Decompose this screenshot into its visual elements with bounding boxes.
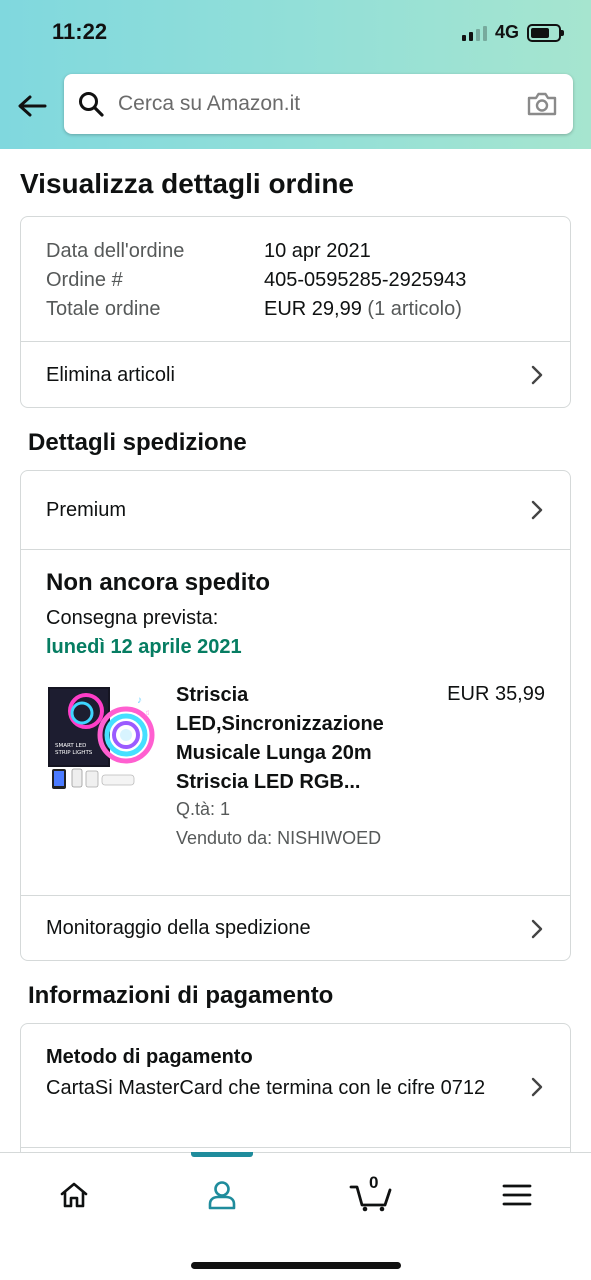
status-time: 11:22 (52, 19, 108, 44)
svg-text:♫: ♫ (144, 708, 150, 717)
chevron-right-icon (531, 365, 545, 385)
search-icon (78, 91, 104, 117)
signal-icon (461, 25, 487, 41)
search-input[interactable]: Cerca su Amazon.it (118, 92, 525, 116)
payment-heading: Informazioni di pagamento (28, 982, 334, 1009)
search-bar[interactable]: Cerca su Amazon.it (64, 74, 573, 134)
product-image[interactable]: SMART LED STRIP LIGHTS ♪ ♫ (46, 681, 156, 791)
payment-method-value: CartaSi MasterCard che termina con le ci… (46, 1077, 486, 1099)
delivery-date: lunedì 12 aprile 2021 (46, 636, 242, 658)
order-number-row: Ordine # 405-0595285-2925943 (46, 266, 545, 295)
order-item-count: (1 articolo) (367, 298, 462, 320)
order-date-label: Data dell'ordine (46, 240, 185, 262)
chevron-right-icon (531, 1077, 545, 1097)
track-shipment-label: Monitoraggio della spedizione (46, 917, 311, 939)
delete-items-link[interactable]: Elimina articoli (21, 342, 570, 408)
product-seller: Venduto da: NISHIWOED (176, 828, 382, 848)
status-indicators: 4G (461, 22, 564, 43)
nav-home[interactable] (50, 1173, 98, 1217)
order-total-label: Totale ordine (46, 298, 161, 320)
app-header: 11:22 4G Cerca su Amazon.it (0, 0, 591, 149)
delivery-label: Consegna prevista: (46, 607, 219, 629)
home-indicator (191, 1262, 401, 1269)
order-date-value: 10 apr 2021 (264, 240, 371, 262)
product-price: EUR 35,99 (447, 683, 545, 705)
page-title: Visualizza dettagli ordine (20, 168, 355, 199)
active-tab-indicator (191, 1152, 253, 1157)
track-shipment-link[interactable]: Monitoraggio della spedizione (21, 896, 570, 961)
shipping-method-label: Premium (46, 498, 127, 521)
network-type: 4G (494, 22, 519, 42)
cart-count: 0 (369, 1173, 379, 1192)
product-title[interactable]: Striscia LED,Sincronizzazione Musicale L… (176, 681, 416, 797)
chevron-right-icon (531, 500, 545, 520)
divider (21, 1147, 570, 1148)
svg-text:STRIP LIGHTS: STRIP LIGHTS (55, 750, 93, 756)
nav-menu[interactable] (493, 1173, 541, 1217)
home-icon (60, 1182, 88, 1208)
delete-items-label: Elimina articoli (46, 363, 175, 386)
nav-cart[interactable]: 0 (347, 1173, 395, 1217)
shipping-heading: Dettagli spedizione (28, 429, 247, 456)
menu-icon (502, 1184, 532, 1206)
bottom-navigation: 0 (0, 1152, 591, 1280)
person-icon (208, 1181, 236, 1210)
order-number-value: 405-0595285-2925943 (264, 269, 467, 291)
divider (21, 549, 570, 550)
payment-method-label: Metodo di pagamento (46, 1046, 253, 1068)
back-button[interactable] (14, 88, 50, 124)
order-number-label: Ordine # (46, 269, 123, 291)
arrow-left-icon (18, 95, 47, 117)
battery-icon (527, 23, 564, 42)
premium-shipping-link[interactable]: Premium (21, 471, 570, 549)
order-total-row: Totale ordine EUR 29,99 (1 articolo) (46, 295, 545, 324)
product-image-text: SMART LED (55, 743, 86, 749)
order-total-value: EUR 29,99 (264, 298, 362, 320)
nav-account[interactable] (198, 1173, 246, 1217)
order-date-row: Data dell'ordine 10 apr 2021 (46, 237, 545, 266)
order-summary-card: Data dell'ordine 10 apr 2021 Ordine # 40… (20, 216, 571, 408)
camera-icon[interactable] (525, 89, 559, 119)
order-info: Data dell'ordine 10 apr 2021 Ordine # 40… (21, 217, 570, 324)
product-quantity: Q.tà: 1 (176, 799, 231, 819)
shipment-status: Non ancora spedito (46, 569, 271, 596)
shipping-card: Premium Non ancora spedito Consegna prev… (20, 470, 571, 961)
chevron-right-icon (531, 919, 545, 939)
svg-text:♪: ♪ (137, 695, 142, 706)
